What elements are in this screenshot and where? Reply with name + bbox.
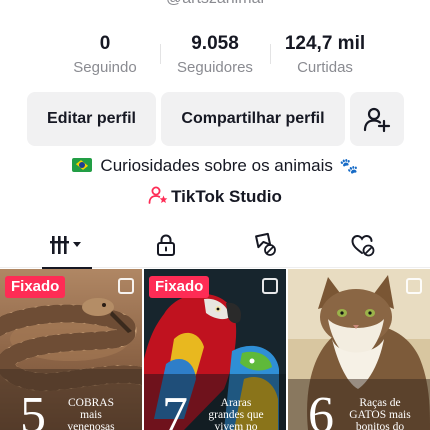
cover-number: 7 — [162, 387, 188, 430]
video-grid: Fixado 5 COBRAS mais venenosas Fixado 7 Ar… — [0, 269, 430, 430]
stat-following-value: 0 — [99, 33, 111, 54]
carousel-icon — [118, 278, 134, 294]
profile-handle: @artszanimal — [0, 0, 430, 8]
cover-caption-line: Raças de — [359, 397, 401, 409]
profile-actions: Editar perfil Compartilhar perfil — [0, 92, 430, 146]
stat-followers-value: 9.058 — [191, 33, 239, 54]
pinned-badge: Fixado — [149, 276, 210, 298]
edit-profile-button[interactable]: Editar perfil — [27, 92, 156, 146]
stat-likes-label: Curtidas — [297, 59, 353, 76]
bio-text: Curiosidades sobre os animais — [100, 156, 333, 175]
stat-likes[interactable]: 124,7 mil Curtidas — [270, 32, 380, 78]
studio-icon — [148, 186, 168, 204]
cover-caption-line: COBRAS — [67, 397, 115, 409]
stat-followers-label: Seguidores — [177, 59, 253, 76]
videos-grid-icon — [50, 236, 81, 254]
video-thumbnail[interactable]: Fixado 7 Araras grandes que vivem no — [144, 269, 286, 430]
tiktok-studio-link[interactable]: TikTok Studio — [0, 185, 430, 209]
video-thumbnail[interactable]: Fixado 5 COBRAS mais venenosas — [0, 269, 142, 430]
video-thumbnail[interactable]: 6 Raças de GATOS mais bonitos do — [288, 269, 430, 430]
pinned-badge: Fixado — [5, 276, 66, 298]
lock-icon — [157, 234, 175, 256]
add-friend-button[interactable] — [350, 92, 404, 146]
cover-caption-line: venenosas — [67, 421, 115, 430]
paw-prints-icon: 🐾 — [339, 158, 359, 175]
favorites-icon — [255, 232, 276, 256]
brazil-flag-icon — [71, 158, 92, 172]
cover-caption-line: vivem no — [214, 421, 258, 430]
tab-private[interactable] — [116, 222, 216, 268]
carousel-icon — [406, 278, 422, 294]
cover-number: 5 — [20, 387, 46, 430]
cover-caption-line: mais — [80, 409, 102, 421]
cover-caption-line: bonitos do — [355, 421, 405, 430]
add-user-icon — [363, 107, 391, 133]
cover-number: 6 — [308, 387, 334, 430]
stat-followers[interactable]: 9.058 Seguidores — [160, 32, 270, 78]
tab-liked[interactable] — [313, 222, 413, 268]
tab-favorites[interactable] — [215, 222, 315, 268]
tab-videos[interactable] — [17, 222, 117, 269]
stats-row: 0 Seguindo 9.058 Seguidores 124,7 mil Cu… — [0, 32, 430, 80]
cover-caption-line: Araras — [220, 397, 252, 409]
profile-tabs — [0, 222, 430, 269]
stat-following-label: Seguindo — [73, 59, 137, 76]
stat-following[interactable]: 0 Seguindo — [50, 32, 160, 78]
cover-caption: Raças de GATOS mais bonitos do — [344, 397, 416, 430]
cover-caption: COBRAS mais venenosas — [58, 397, 124, 430]
liked-icon — [351, 234, 375, 257]
studio-label: TikTok Studio — [171, 187, 282, 206]
share-profile-button[interactable]: Compartilhar perfil — [161, 92, 345, 146]
cover-caption-line: grandes que — [208, 409, 264, 421]
profile-bio: Curiosidades sobre os animais 🐾 — [0, 154, 430, 178]
cover-caption-line: GATOS mais — [349, 409, 411, 421]
stat-likes-value: 124,7 mil — [284, 33, 366, 54]
carousel-icon — [262, 278, 278, 294]
cover-caption: Araras grandes que vivem no — [200, 397, 272, 430]
